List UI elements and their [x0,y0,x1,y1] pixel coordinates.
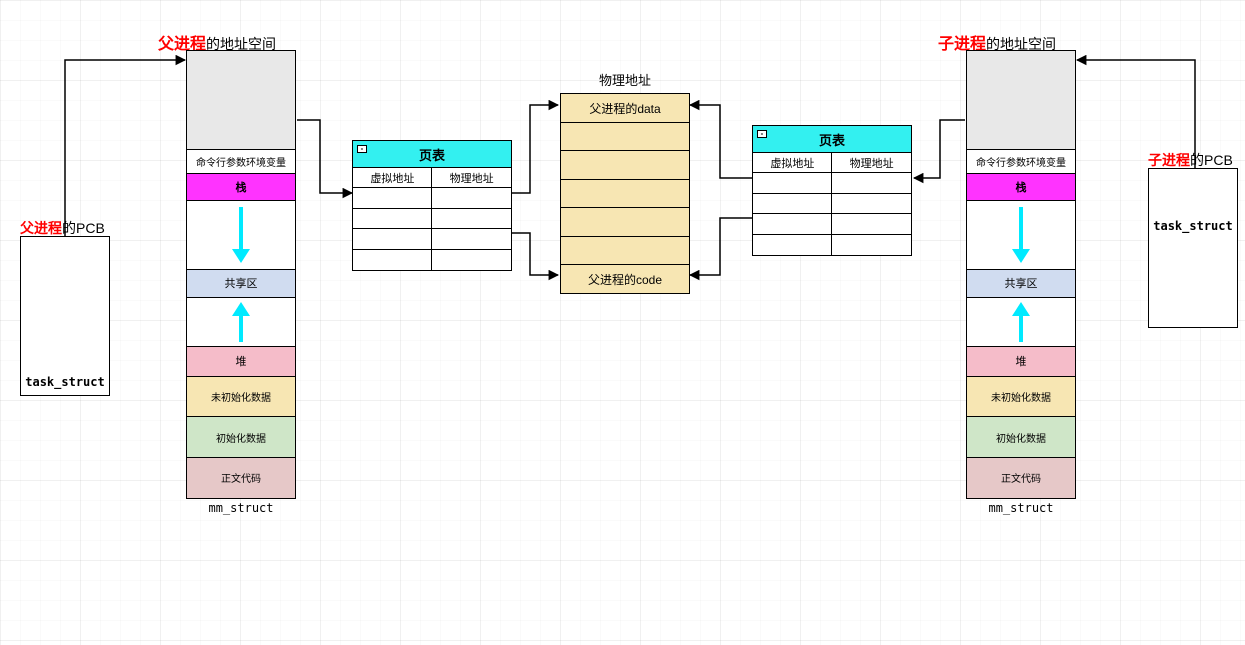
child-seg-bss: 未初始化数据 [966,376,1076,418]
pt-cell-empty [352,249,433,271]
parent-page-table: - 页表 虚拟地址 物理地址 [352,140,512,269]
child-pt-col-physical: 物理地址 [831,152,912,174]
pt-cell-empty [752,234,833,256]
child-seg-top [966,50,1076,150]
pt-cell-empty [831,193,912,215]
physical-row [560,122,690,152]
child-pagetable-title: 页表 [819,130,845,149]
parent-seg-gap-heap [186,297,296,347]
child-seg-heap: 堆 [966,345,1076,377]
pt-cell-empty [831,213,912,235]
pt-cell-empty [831,234,912,256]
physical-row: 父进程的code [560,264,690,294]
parent-pcb-title-prefix: 父进程 [20,220,62,236]
parent-seg-stack: 栈 [186,173,296,201]
parent-pcb-title-suffix: 的PCB [62,220,105,236]
child-pcb-title-suffix: 的PCB [1190,152,1233,168]
physical-row [560,150,690,180]
child-page-table: - 页表 虚拟地址 物理地址 [752,125,912,254]
child-seg-env: 命令行参数环境变量 [966,149,1076,175]
pt-cell-empty [752,193,833,215]
parent-address-space: 命令行参数环境变量 栈 共享区 堆 未初始化数据 初始化数据 正文代码 mm_s… [186,50,296,515]
child-seg-data: 初始化数据 [966,416,1076,458]
parent-seg-data: 初始化数据 [186,416,296,458]
physical-row [560,207,690,237]
parent-pcb-struct: task_struct [25,375,105,389]
parent-seg-heap: 堆 [186,345,296,377]
parent-pagetable-title: 页表 [419,145,445,164]
child-pcb-box: task_struct [1148,168,1238,328]
parent-seg-shared: 共享区 [186,268,296,298]
pt-cell-empty [752,213,833,235]
physical-row: 父进程的data [560,93,690,123]
pt-cell-empty [431,187,512,209]
parent-pt-col-physical: 物理地址 [431,167,512,189]
pt-cell-empty [352,208,433,230]
child-seg-shared: 共享区 [966,268,1076,298]
pt-cell-empty [431,228,512,250]
parent-seg-env: 命令行参数环境变量 [186,149,296,175]
pt-cell-empty [431,249,512,271]
child-seg-gap-stack [966,200,1076,270]
physical-row [560,236,690,266]
physical-row [560,179,690,209]
pt-cell-empty [352,187,433,209]
child-pcb-struct: task_struct [1153,219,1233,233]
child-pcb-title: 子进程的PCB [1148,150,1233,170]
child-seg-stack: 栈 [966,173,1076,201]
parent-pt-col-virtual: 虚拟地址 [352,167,433,189]
parent-seg-text: 正文代码 [186,457,296,499]
child-seg-text: 正文代码 [966,457,1076,499]
parent-pcb-box: task_struct [20,236,110,396]
pt-cell-empty [831,172,912,194]
parent-seg-top [186,50,296,150]
child-address-space: 命令行参数环境变量 栈 共享区 堆 未初始化数据 初始化数据 正文代码 mm_s… [966,50,1076,515]
parent-pcb-title: 父进程的PCB [20,218,105,238]
minimize-icon: - [357,145,367,153]
pt-cell-empty [431,208,512,230]
minimize-icon: - [757,130,767,138]
parent-seg-gap-stack [186,200,296,270]
physical-title: 物理地址 [560,70,690,89]
pt-cell-empty [352,228,433,250]
parent-mm-label: mm_struct [186,501,296,515]
parent-seg-bss: 未初始化数据 [186,376,296,418]
child-pt-col-virtual: 虚拟地址 [752,152,833,174]
physical-memory: 物理地址 父进程的data 父进程的code [560,70,690,293]
child-pcb-title-prefix: 子进程 [1148,152,1190,168]
pt-cell-empty [752,172,833,194]
parent-pagetable-header: - 页表 [352,140,512,168]
child-pagetable-header: - 页表 [752,125,912,153]
child-mm-label: mm_struct [966,501,1076,515]
child-seg-gap-heap [966,297,1076,347]
